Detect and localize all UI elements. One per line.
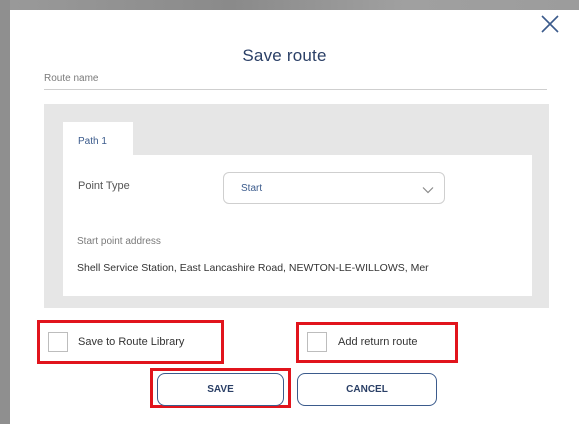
route-name-label: Route name xyxy=(44,73,99,84)
close-icon[interactable] xyxy=(538,12,562,36)
tab-path-1[interactable]: Path 1 xyxy=(63,122,133,155)
dialog-title: Save route xyxy=(242,46,327,65)
save-to-library-checkbox[interactable] xyxy=(48,332,68,352)
add-return-label: Add return route xyxy=(338,336,418,348)
save-button[interactable]: SAVE xyxy=(157,373,284,406)
save-to-library-label: Save to Route Library xyxy=(78,336,185,348)
start-address-label: Start point address xyxy=(77,236,161,247)
add-return-checkbox[interactable] xyxy=(307,332,327,352)
point-type-value: Start xyxy=(241,183,263,194)
tab-path-1-label: Path 1 xyxy=(78,136,107,147)
backdrop-top xyxy=(0,0,579,10)
chevron-down-icon xyxy=(422,187,434,194)
cancel-button[interactable]: CANCEL xyxy=(297,373,437,406)
start-address-value: Shell Service Station, East Lancashire R… xyxy=(77,262,429,274)
route-name-input[interactable] xyxy=(44,85,547,90)
point-type-label: Point Type xyxy=(78,180,130,192)
point-type-select[interactable]: Start xyxy=(223,172,445,204)
